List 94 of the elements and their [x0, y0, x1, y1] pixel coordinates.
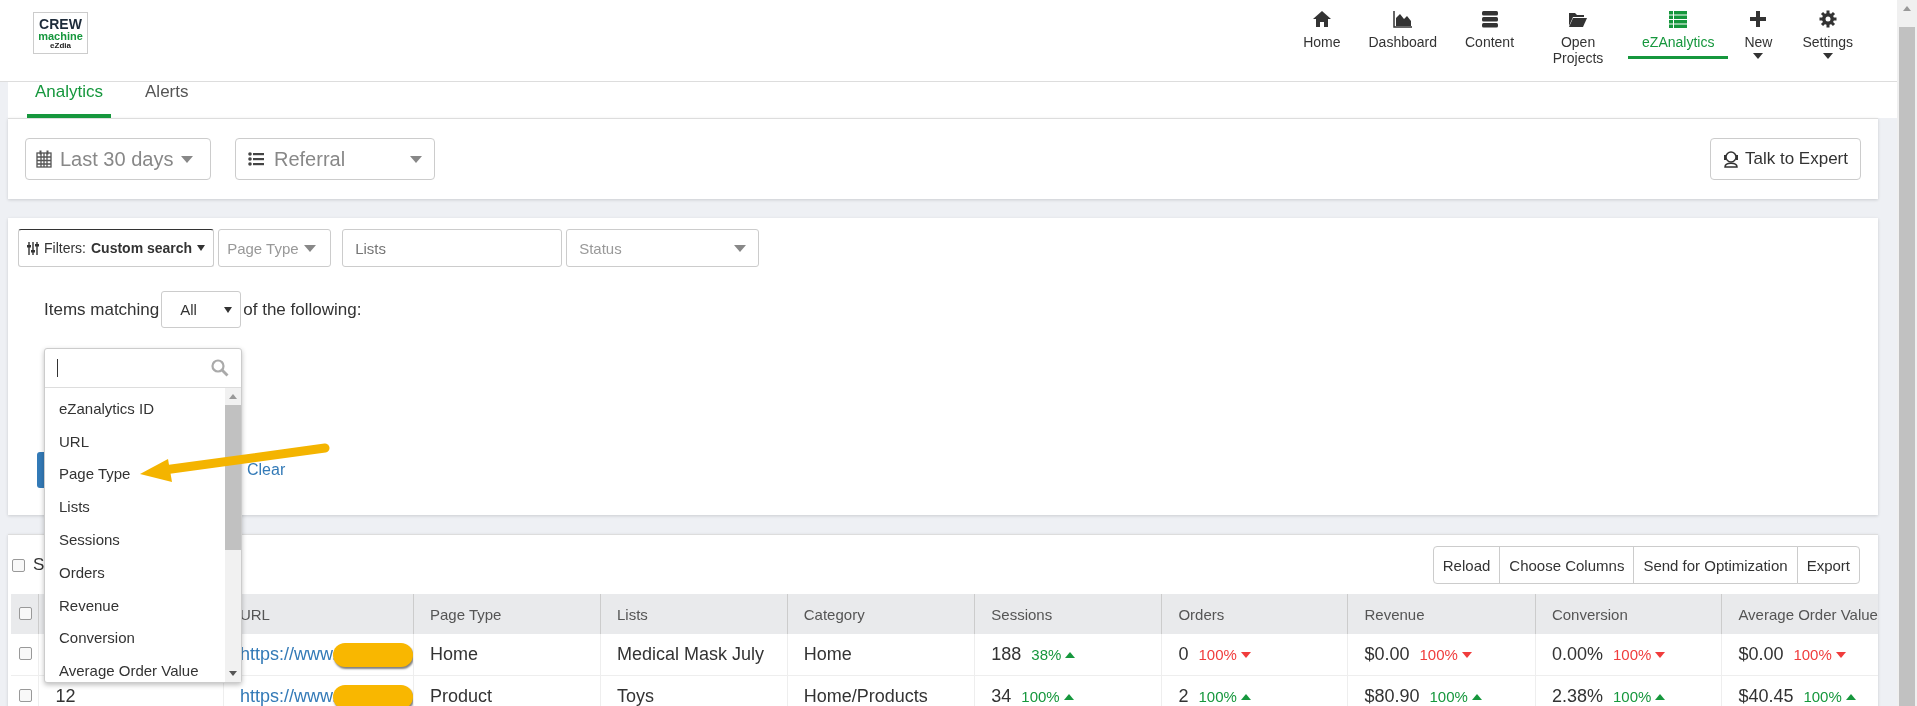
text-cursor	[57, 359, 58, 377]
search-icon	[211, 359, 229, 377]
plus-icon	[1748, 10, 1769, 28]
change-percent: 100%	[1198, 688, 1237, 705]
nav-item[interactable]: Settings	[1788, 0, 1867, 71]
metric-value: 0	[1178, 644, 1189, 664]
metric-value: $0.00	[1738, 644, 1784, 664]
home-icon	[1311, 10, 1332, 28]
metric-value: $40.45	[1738, 686, 1794, 706]
table-cell: Home/Products	[803, 686, 928, 706]
column-header: Average Order Value	[1721, 594, 1878, 634]
talk-to-expert-button[interactable]: Talk to Expert	[1710, 138, 1861, 180]
sliders-icon	[27, 241, 39, 255]
metric-value: 2	[1178, 686, 1189, 706]
nav-item[interactable]: New	[1728, 0, 1789, 71]
column-header: Lists	[600, 594, 788, 634]
change-percent: 100%	[1803, 688, 1842, 705]
change-percent: 100%	[1021, 688, 1060, 705]
folder-icon	[1568, 10, 1589, 28]
settings-icon	[1817, 10, 1838, 28]
url-link[interactable]: https://www.	[239, 685, 337, 706]
checkbox[interactable]	[12, 558, 25, 572]
dropdown-option[interactable]: Sessions	[45, 523, 225, 556]
list-icon	[1668, 10, 1689, 28]
table-cell: Medical Mask July	[617, 644, 765, 664]
toolbar-button[interactable]: Export	[1796, 546, 1860, 584]
metric-value: 34	[991, 686, 1012, 706]
headset-icon	[1723, 150, 1739, 168]
table-cell: Toys	[617, 686, 654, 706]
filters-button[interactable]: Filters: Custom search	[18, 229, 215, 267]
nav-item[interactable]: Open Projects	[1528, 0, 1629, 71]
caret-icon	[224, 306, 233, 313]
column-header: Sessions	[974, 594, 1162, 634]
source-dropdown[interactable]: Referral	[235, 138, 435, 180]
page-scrollbar[interactable]	[1897, 0, 1917, 706]
dropdown-option[interactable]: URL	[45, 424, 225, 458]
dropdown-option[interactable]: Orders	[45, 556, 225, 589]
checkbox[interactable]	[19, 606, 32, 620]
dropdown-option[interactable]: Revenue	[45, 588, 225, 622]
column-header: Orders	[1161, 594, 1348, 634]
nav-item[interactable]: Content	[1451, 0, 1529, 71]
dropdown-option[interactable]: Conversion	[45, 621, 225, 655]
nav-item[interactable]: Dashboard	[1354, 0, 1451, 71]
toolbar-button[interactable]: Choose Columns	[1499, 546, 1635, 584]
tab[interactable]: Alerts	[137, 82, 197, 118]
calendar-icon	[36, 150, 52, 168]
change-percent: 100%	[1793, 646, 1832, 663]
change-percent: 100%	[1429, 688, 1468, 705]
caret-icon	[181, 155, 194, 163]
column-header: Page Type	[413, 594, 601, 634]
toolbar-button[interactable]: Reload	[1432, 546, 1501, 584]
checkbox[interactable]	[19, 689, 32, 702]
matching-label: of the following:	[243, 299, 362, 320]
table-cell: 12	[55, 686, 76, 706]
change-percent: 100%	[1419, 646, 1458, 663]
column-header: Revenue	[1347, 594, 1536, 634]
metric-value: $80.90	[1364, 686, 1420, 706]
metric-value: 2.38%	[1551, 686, 1603, 706]
toolbar-button[interactable]: Send for Optimization	[1633, 546, 1798, 584]
change-percent: 100%	[1613, 688, 1652, 705]
caret-icon	[734, 244, 747, 252]
checkbox[interactable]	[19, 647, 32, 660]
change-percent: 38%	[1031, 646, 1062, 663]
metric-value: 0.00%	[1551, 644, 1603, 664]
server-icon	[1479, 10, 1500, 28]
metric-value: 188	[991, 644, 1022, 664]
caret-icon	[303, 244, 316, 252]
logo: CREW machine eZdia	[33, 12, 88, 54]
scrollbar[interactable]	[225, 388, 241, 682]
area-chart-icon	[1392, 10, 1413, 28]
caret-icon	[197, 245, 206, 251]
list-icon	[248, 152, 264, 166]
column-header: Category	[787, 594, 975, 634]
lists-field[interactable]: Lists	[342, 229, 563, 267]
dropdown-option[interactable]: Average Order Value	[45, 654, 225, 682]
table-cell: Home	[430, 644, 478, 664]
table-cell: Home	[803, 644, 852, 664]
dropdown-option[interactable]: eZanalytics ID	[45, 392, 225, 425]
column-header: Conversion	[1535, 594, 1722, 634]
nav-item[interactable]: eZAnalytics	[1628, 0, 1729, 59]
metric-value: $0.00	[1364, 644, 1410, 664]
dropdown-option[interactable]: Page Type	[45, 457, 225, 491]
table-cell: Product	[430, 686, 493, 706]
date-range-dropdown[interactable]: Last 30 days	[25, 138, 211, 180]
caret-icon	[410, 155, 422, 163]
dropdown-option[interactable]: Lists	[45, 490, 225, 524]
nav-item[interactable]: Home	[1289, 0, 1355, 71]
select-all-label: S	[33, 555, 45, 575]
clear-link[interactable]: Clear	[247, 461, 286, 479]
change-percent: 100%	[1613, 646, 1652, 663]
matching-label: Items matching	[44, 299, 160, 320]
change-percent: 100%	[1198, 646, 1237, 663]
match-select[interactable]: All	[161, 291, 242, 328]
url-link[interactable]: https://www.	[239, 643, 337, 664]
